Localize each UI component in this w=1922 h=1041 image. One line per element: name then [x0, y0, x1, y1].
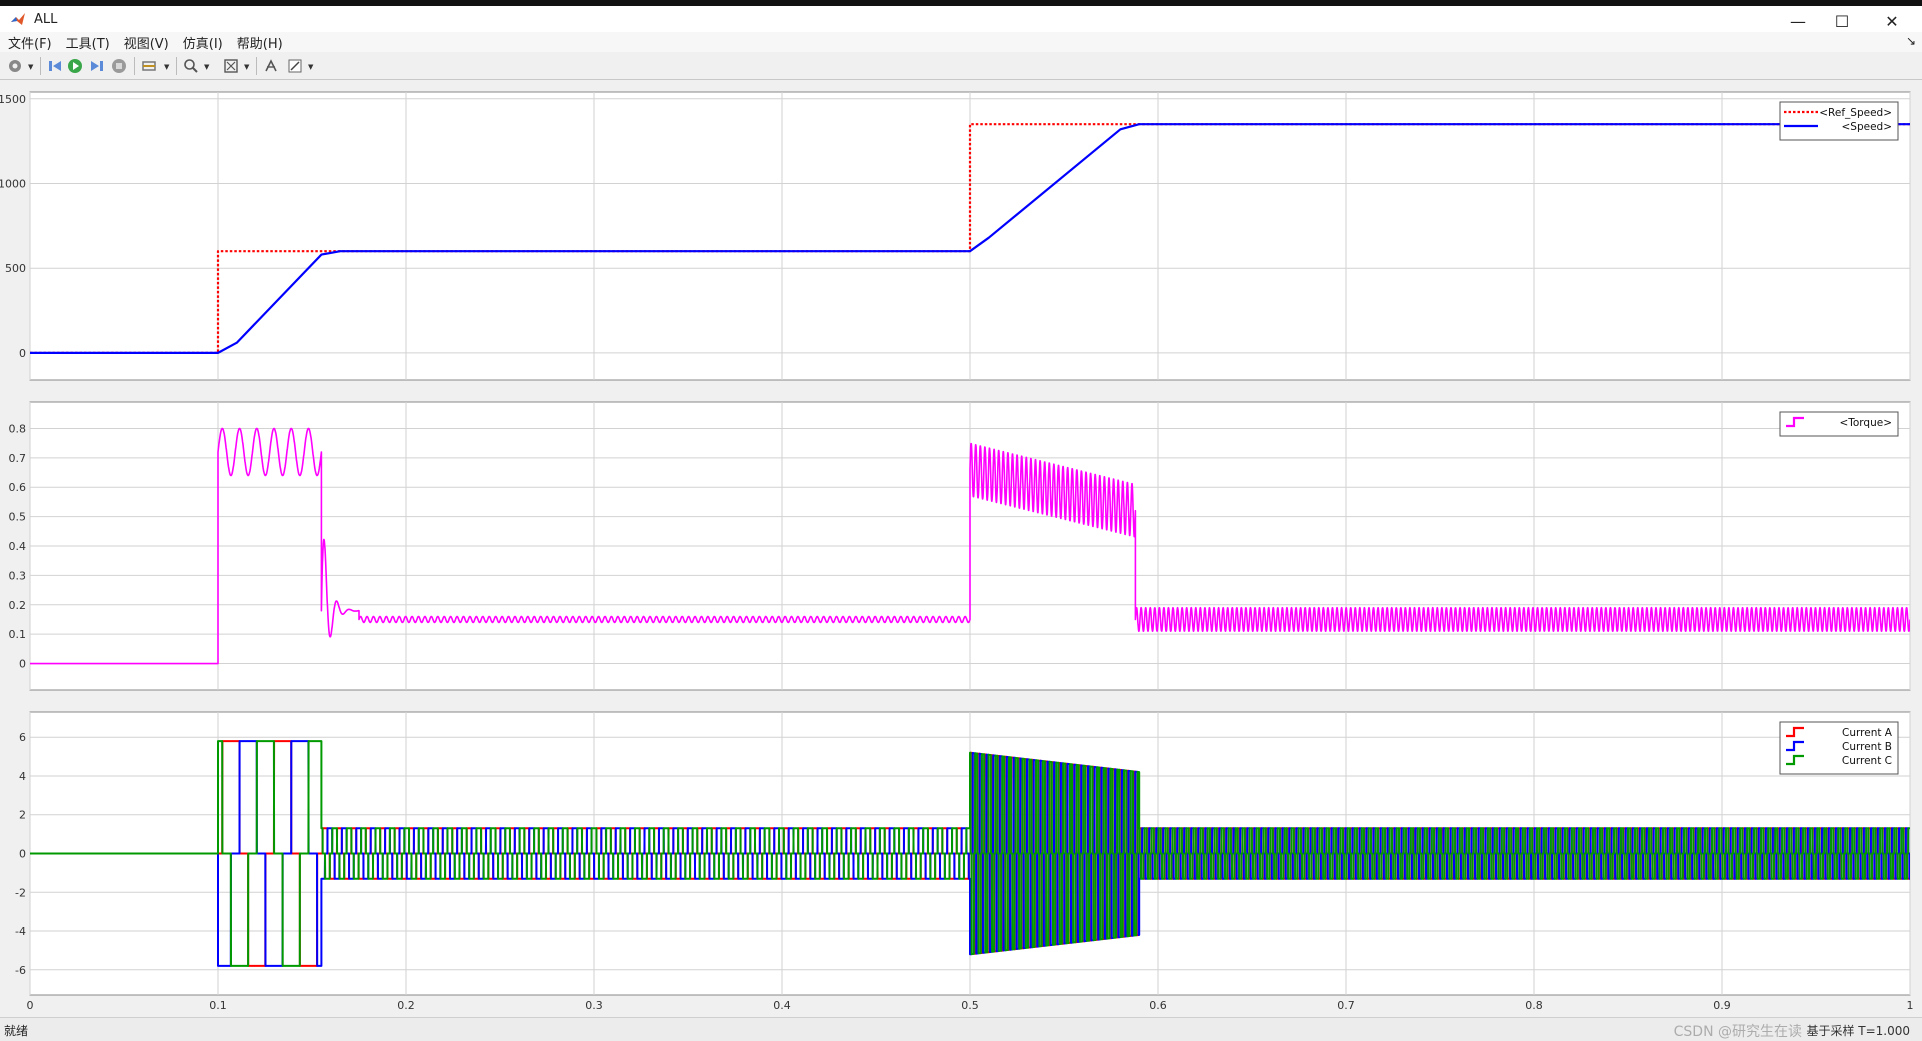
toolbar-separator	[134, 57, 135, 75]
menu-view[interactable]: 视图(V)	[116, 33, 175, 52]
data-cursor-icon[interactable]	[262, 57, 280, 75]
fit-dropdown-icon[interactable]: ▼	[244, 63, 249, 71]
y-tick-label: 2	[19, 809, 26, 822]
y-tick-label: 1000	[0, 177, 26, 190]
x-tick-label: 0.6	[1149, 999, 1167, 1012]
legend-label: Current C	[1842, 755, 1892, 767]
menu-tools[interactable]: 工具(T)	[58, 33, 116, 52]
y-tick-label: 0.1	[9, 628, 27, 641]
maximize-button[interactable]: ☐	[1820, 8, 1864, 34]
menu-help[interactable]: 帮助(H)	[229, 33, 289, 52]
x-tick-label: 0.1	[209, 999, 227, 1012]
toolbar: ▼ ▼ ▼ ▼ ▼	[0, 52, 1922, 80]
x-tick-label: 0.3	[585, 999, 603, 1012]
x-tick-label: 0	[27, 999, 34, 1012]
y-tick-label: -2	[15, 886, 26, 899]
legend-label: Current B	[1842, 741, 1892, 753]
y-tick-label: 0.7	[9, 452, 27, 465]
x-tick-label: 0.2	[397, 999, 415, 1012]
y-tick-label: 1500	[0, 93, 26, 106]
legend-label: Current A	[1842, 727, 1893, 739]
menu-overflow-arrow[interactable]: ↘	[1906, 34, 1916, 48]
toolbar-separator	[256, 57, 257, 75]
y-tick-label: 0	[19, 658, 26, 671]
y-tick-label: 0.2	[9, 599, 27, 612]
window-title: ALL	[34, 11, 58, 27]
sample-time-text: 基于采样 T=1.000	[1806, 1024, 1910, 1038]
stop-icon[interactable]	[110, 57, 128, 75]
step-forward-icon[interactable]	[88, 57, 106, 75]
x-tick-label: 0.5	[961, 999, 979, 1012]
legend-label: <Torque>	[1839, 417, 1892, 429]
scope-panel-2: 0 0.1 0.2 0.3 0.4 0.5 0.6 0.7 0.8 <Torque>	[9, 401, 1911, 691]
toolbar-separator	[40, 57, 41, 75]
step-back-icon[interactable]	[46, 57, 64, 75]
y-tick-label: 0.3	[9, 569, 27, 582]
matlab-logo-icon	[11, 13, 25, 25]
toolbar-separator	[176, 57, 177, 75]
settings-icon[interactable]	[6, 57, 24, 75]
y-tick-label: 500	[5, 262, 26, 275]
legend: <Torque>	[1779, 411, 1899, 437]
scope-panel-3: 0 0.1 0.2 0.3 0.4 0.5 0.6 0.7 0.8 0.9 1 -6 -4 -2 0 2 4 6 C…	[15, 711, 1914, 1012]
menu-file[interactable]: 文件(F)	[0, 33, 58, 52]
zoom-dropdown-icon[interactable]: ▼	[204, 63, 209, 71]
x-tick-label: 1	[1907, 999, 1914, 1012]
zoom-icon[interactable]	[182, 57, 200, 75]
menu-bar: 文件(F) 工具(T) 视图(V) 仿真(I) 帮助(H) ↘	[0, 32, 1922, 52]
x-tick-label: 0.9	[1713, 999, 1731, 1012]
watermark-text: CSDN @研究生在读	[1673, 1024, 1802, 1040]
legend: Current A Current B Current C	[1779, 721, 1899, 775]
scope-plots-area: 0 500 1000 1500 <Ref_Speed> <Speed> 0 0.1 0.2 0.3…	[0, 80, 1922, 1017]
menu-simulation[interactable]: 仿真(I)	[175, 33, 229, 52]
y-tick-label: 0.8	[9, 422, 27, 435]
status-bar: 就绪 CSDN @研究生在读 基于采样 T=1.000	[0, 1017, 1922, 1041]
y-tick-label: 0.6	[9, 481, 27, 494]
legend-label: <Ref_Speed>	[1819, 107, 1892, 119]
highlight-icon[interactable]	[140, 57, 158, 75]
x-tick-label: 0.8	[1525, 999, 1543, 1012]
fit-to-view-icon[interactable]	[222, 57, 240, 75]
y-tick-label: -4	[15, 925, 26, 938]
y-tick-label: 4	[19, 770, 26, 783]
highlight-dropdown-icon[interactable]: ▼	[164, 63, 169, 71]
y-tick-label: -6	[15, 964, 26, 977]
style-icon[interactable]	[286, 57, 304, 75]
y-tick-label: 0.4	[9, 540, 27, 553]
scope-plots: 0 500 1000 1500 <Ref_Speed> <Speed> 0 0.1 0.2 0.3…	[0, 91, 1914, 1012]
x-tick-label: 0.4	[773, 999, 791, 1012]
title-bar: ALL — ☐ ✕	[0, 0, 1922, 32]
style-dropdown-icon[interactable]: ▼	[308, 63, 313, 71]
legend: <Ref_Speed> <Speed>	[1779, 101, 1899, 141]
y-tick-label: 0	[19, 848, 26, 861]
legend-label: <Speed>	[1841, 121, 1892, 133]
run-icon[interactable]	[66, 57, 84, 75]
settings-dropdown-icon[interactable]: ▼	[28, 63, 33, 71]
y-tick-label: 6	[19, 731, 26, 744]
status-text: 就绪	[4, 1024, 29, 1038]
y-tick-label: 0	[19, 347, 26, 360]
x-tick-label: 0.7	[1337, 999, 1355, 1012]
scope-panel-1: 0 500 1000 1500 <Ref_Speed> <Speed>	[0, 91, 1911, 381]
y-tick-label: 0.5	[9, 511, 27, 524]
minimize-button[interactable]: —	[1776, 8, 1820, 34]
close-button[interactable]: ✕	[1870, 8, 1914, 34]
